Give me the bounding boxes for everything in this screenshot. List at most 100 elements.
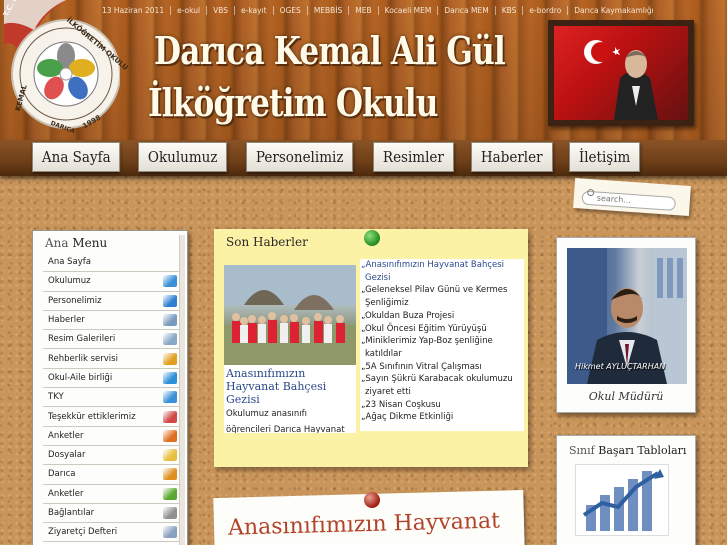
menu-item[interactable]: Rehberlik servisi: [43, 349, 179, 369]
menu-item[interactable]: Teşekkür ettiklerimiz: [43, 407, 179, 427]
menu-item[interactable]: Anketler: [43, 485, 179, 504]
top-link[interactable]: OGES: [272, 5, 307, 15]
menu-item-label: Bağlantılar: [48, 508, 95, 518]
top-link[interactable]: Kocaeli MEM: [377, 5, 438, 15]
puzzle-icon: [163, 429, 177, 442]
menu-title: Ana Menu: [33, 231, 187, 253]
site-title-line2: İlköğretim Okulu: [148, 80, 438, 125]
menu-item-label: Ana Sayfa: [48, 257, 91, 268]
principal-role: Okul Müdürü: [588, 390, 664, 403]
news-list-item[interactable]: „Ağaç Dikme Etkinliği: [360, 411, 524, 424]
news-list-item[interactable]: „5A Sınıfının Vitral Çalışması: [360, 361, 524, 374]
menu-title-a: Ana: [45, 236, 73, 250]
class-tables-title-b: Başarı Tabloları: [598, 444, 687, 457]
principal-card: Hikmet AYLUÇTARHAN Okul Müdürü: [556, 237, 696, 413]
menu-title-b: Menu: [72, 236, 108, 250]
school-logo[interactable]: [4, 0, 121, 138]
article-title[interactable]: Anasınıfımızın Hayvanat: [228, 509, 501, 541]
menu-list: Ana Sayfa Okulumuz Personelimiz Haberler Res…: [43, 253, 179, 543]
menu-item[interactable]: Darıca: [43, 465, 179, 485]
award-icon: [163, 410, 177, 423]
menu-item[interactable]: Resim Galerileri: [43, 330, 179, 350]
top-link[interactable]: KBS: [494, 5, 523, 15]
chart-icon: [163, 391, 177, 404]
menu-item-label: Anketler: [48, 430, 84, 441]
top-link[interactable]: e-bordro: [522, 5, 567, 15]
menu-item-label: Haberler: [48, 315, 85, 326]
ataturk-portrait: [548, 20, 694, 126]
menu-item[interactable]: Okul-Aile birliği: [43, 369, 179, 389]
menu-item[interactable]: TKY: [43, 388, 179, 408]
top-link[interactable]: Darıca Kaymakamlığı: [567, 5, 660, 15]
news-list-item[interactable]: „Miniklerimiz Yap-Boz şenliğine katıldıl…: [360, 335, 524, 360]
menu-item-label: Anketler: [48, 488, 84, 499]
top-link[interactable]: Darıca MEM: [437, 5, 494, 15]
news-feature-caption: Anasınıfımızın Hayvanat Bahçesi Gezisi O…: [224, 365, 356, 433]
nav-tab-resimler[interactable]: Resimler: [372, 142, 454, 172]
menu-item-label: Dosyalar: [48, 450, 86, 461]
chart-icon: [163, 275, 177, 288]
red-pushpin-icon: [364, 492, 380, 508]
menu-item-label: Okul-Aile birliği: [48, 372, 113, 383]
news-list-item[interactable]: „23 Nisan Coşkusu: [360, 399, 524, 412]
news-list-item[interactable]: „Anasınıfımızın Hayvanat Bahçesi Gezisi: [360, 259, 524, 284]
search-input[interactable]: [581, 190, 677, 211]
menu-item[interactable]: Ana Sayfa: [43, 253, 179, 273]
nav-tab-okulumuz[interactable]: Okulumuz: [138, 142, 228, 172]
flask-icon: [163, 468, 177, 481]
nav-tab-ana-sayfa[interactable]: Ana Sayfa: [32, 142, 121, 172]
link-icon: [163, 507, 177, 519]
top-link[interactable]: e-kayıt: [234, 5, 273, 15]
principal-name: Hikmet AYLUÇTARHAN: [575, 362, 666, 371]
news-panel: Son Haberler Anasınıfımızın Hayvanat Bah…: [214, 229, 528, 467]
menu-item-label: Okulumuz: [48, 276, 91, 287]
menu-item[interactable]: Okulumuz: [43, 272, 179, 292]
top-link[interactable]: MEBBİS: [306, 5, 348, 15]
news-list-item[interactable]: „Sayın Şükrü Karabacak okulumuzu ziyaret…: [360, 373, 524, 398]
menu-item-label: Darıca: [48, 469, 76, 480]
menu-item-label: TKY: [48, 392, 64, 403]
top-link[interactable]: e-okul: [170, 5, 206, 15]
search-note: [573, 177, 691, 217]
main-navigation: Ana Sayfa Okulumuz Personelimiz Resimler Hab…: [32, 142, 648, 172]
news-list-item[interactable]: „Geleneksel Pilav Günü ve Kermes Şenliği…: [360, 284, 524, 309]
top-link[interactable]: VBS: [206, 5, 234, 15]
portrait-illustration: [584, 40, 658, 120]
puzzle-icon: [163, 352, 177, 365]
family-icon: [163, 371, 177, 384]
news-feature-body: Okulumuz anasınıfı öğrencileri Darıca Ha…: [226, 409, 345, 433]
newspaper-icon: [163, 314, 177, 327]
bag-icon: [163, 487, 177, 500]
menu-item[interactable]: Anketler: [43, 427, 179, 446]
top-link-bar: 13 Haziran 2011 e-okul VBS e-kayıt OGES MEBB…: [96, 3, 660, 17]
site-title-line1: Darıca Kemal Ali Gül: [154, 28, 506, 73]
menu-item[interactable]: Bağlantılar: [43, 504, 179, 524]
nav-tab-haberler[interactable]: Haberler: [470, 142, 553, 172]
menu-scrollbar[interactable]: [179, 235, 185, 545]
news-list: „Anasınıfımızın Hayvanat Bahçesi Gezisi „…: [360, 259, 524, 431]
menu-item[interactable]: Personelimiz: [43, 292, 179, 311]
menu-item-label: Personelimiz: [48, 295, 102, 306]
menu-item[interactable]: Haberler: [43, 311, 179, 331]
menu-item-label: Rehberlik servisi: [48, 353, 118, 364]
news-feature-photo[interactable]: [224, 265, 356, 365]
menu-item[interactable]: Dosyalar: [43, 446, 179, 466]
guestbook-icon: [163, 526, 177, 539]
menu-item-label: Teşekkür ettiklerimiz: [48, 411, 136, 422]
news-feature-title[interactable]: Anasınıfımızın Hayvanat Bahçesi Gezisi: [226, 367, 354, 406]
nav-tab-personelimiz[interactable]: Personelimiz: [245, 142, 354, 172]
top-link[interactable]: MEB: [348, 5, 377, 15]
nav-tab-i-leti-im[interactable]: İletişim: [569, 142, 641, 172]
class-tables-title-a: Sınıf: [569, 444, 599, 457]
menu-item-label: Ziyaretçi Defteri: [48, 527, 118, 538]
news-list-item[interactable]: „Okul Öncesi Eğitim Yürüyüşü: [360, 323, 524, 336]
menu-item-label: Resim Galerileri: [48, 334, 116, 345]
green-pushpin-icon: [364, 230, 380, 246]
menu-item[interactable]: Ziyaretçi Defteri: [43, 523, 179, 543]
news-list-item[interactable]: „Okuldan Buza Projesi: [360, 310, 524, 323]
class-tables-title: Sınıf Başarı Tabloları: [557, 436, 695, 457]
bar-chart-icon[interactable]: [575, 464, 669, 536]
main-menu-panel: Ana Menu Ana Sayfa Okulumuz Personelimiz Ha…: [32, 230, 188, 545]
folder-icon: [163, 449, 177, 462]
class-success-tables-card: Sınıf Başarı Tabloları: [556, 435, 696, 545]
